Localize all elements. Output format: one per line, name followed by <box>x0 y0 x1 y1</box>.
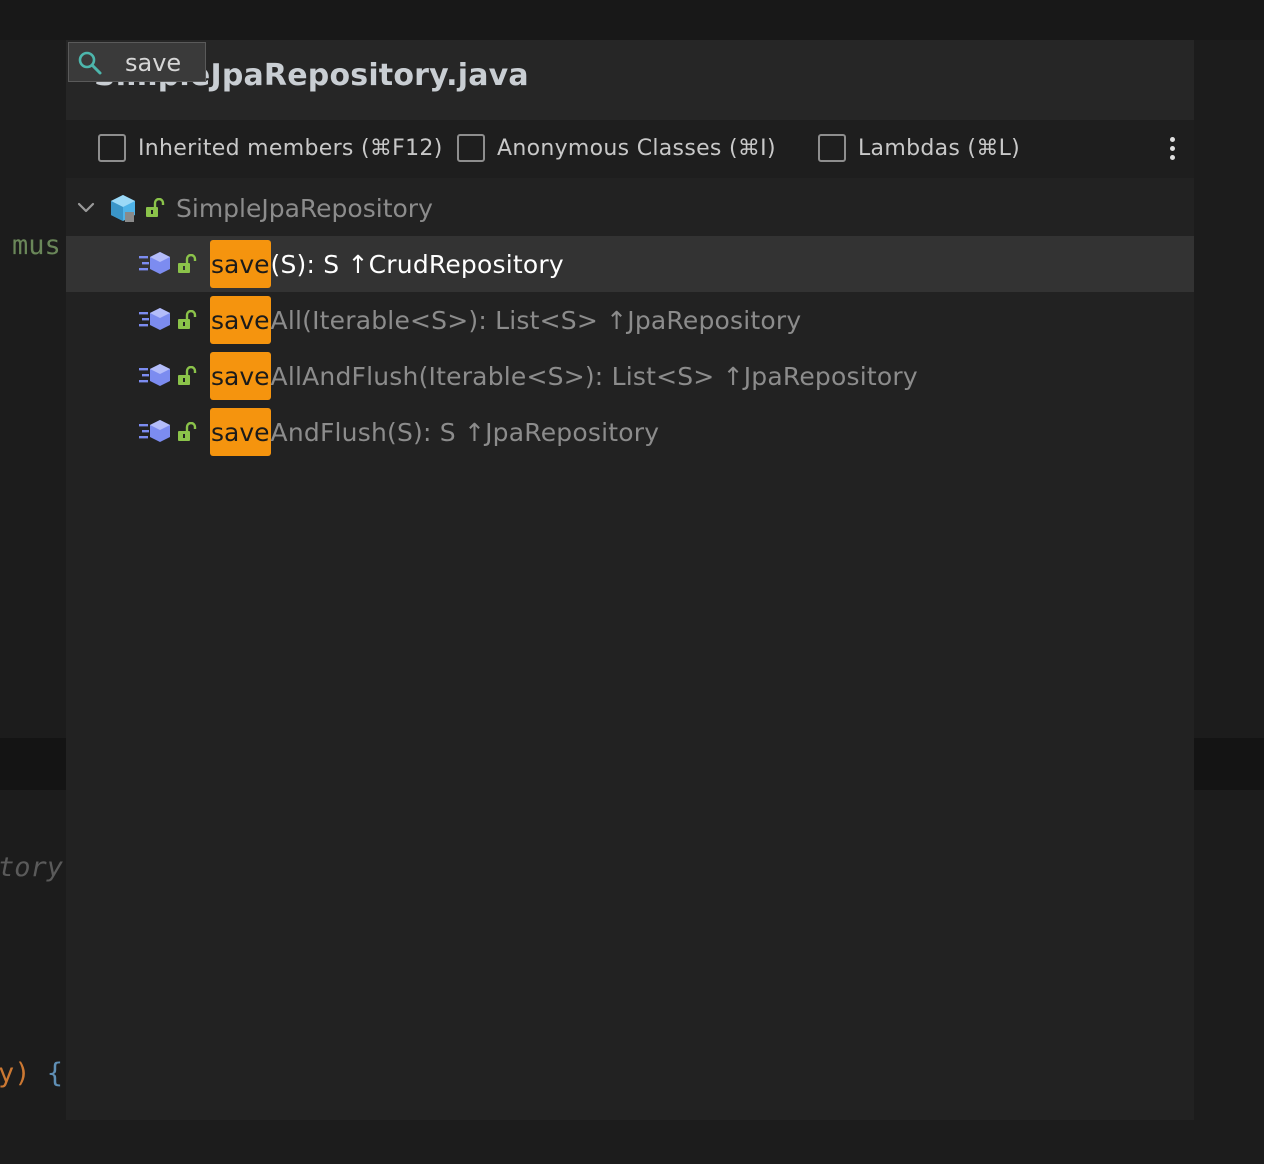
search-match-highlight: save <box>210 240 271 288</box>
member-signature: (S): S ↑CrudRepository <box>270 249 564 279</box>
public-lock-icon <box>178 254 197 273</box>
member-signature: All(Iterable<S>): List<S> ↑JpaRepository <box>270 305 802 335</box>
public-lock-icon <box>178 366 197 385</box>
public-lock-icon <box>178 310 197 329</box>
filter-inherited-members[interactable]: Inherited members (⌘F12) <box>98 134 443 162</box>
tree-item-row[interactable]: save (S): S ↑CrudRepository <box>66 236 1194 292</box>
tree-item-label: save AndFlush(S): S ↑JpaRepository <box>210 408 659 456</box>
filter-bar: Inherited members (⌘F12) Anonymous Class… <box>66 120 1194 178</box>
member-signature: AllAndFlush(Iterable<S>): List<S> ↑JpaRe… <box>270 361 918 391</box>
search-icon <box>78 51 102 75</box>
tree-item-row[interactable]: save All(Iterable<S>): List<S> ↑JpaRepos… <box>66 292 1194 348</box>
code-token: y) <box>0 1058 31 1089</box>
tree-root-row[interactable]: SimpleJpaRepository <box>66 180 1194 236</box>
filter-anonymous-classes[interactable]: Anonymous Classes (⌘I) <box>457 134 776 162</box>
search-match-highlight: save <box>210 352 271 400</box>
filter-label: Lambdas (⌘L) <box>858 135 1021 161</box>
search-match-highlight: save <box>210 296 271 344</box>
method-icon <box>139 420 170 442</box>
structure-tree: SimpleJpaRepository save (S): S ↑CrudRep… <box>66 180 1194 460</box>
background-code-fragment: tory <box>0 852 64 883</box>
tree-item-row[interactable]: save AndFlush(S): S ↑JpaRepository <box>66 404 1194 460</box>
public-lock-icon <box>178 422 197 441</box>
filter-label: Inherited members (⌘F12) <box>138 135 443 161</box>
tree-item-label: save All(Iterable<S>): List<S> ↑JpaRepos… <box>210 296 801 344</box>
file-structure-popup: SimpleJpaRepository.java save Inherited … <box>66 40 1194 1120</box>
public-lock-icon <box>146 198 165 217</box>
background-code-fragment: y) { <box>0 1058 63 1089</box>
anonymous-classes-checkbox[interactable] <box>457 134 485 162</box>
method-icon <box>139 308 170 330</box>
speed-search-query[interactable]: save <box>125 49 181 77</box>
class-icon <box>111 195 135 222</box>
member-signature: AndFlush(S): S ↑JpaRepository <box>270 417 660 447</box>
inherited-members-checkbox[interactable] <box>98 134 126 162</box>
tree-item-label: save AllAndFlush(Iterable<S>): List<S> ↑… <box>210 352 918 400</box>
background-code-fragment: mus <box>12 230 61 261</box>
filter-lambdas[interactable]: Lambdas (⌘L) <box>818 134 1020 162</box>
speed-search-field[interactable]: save <box>68 42 206 82</box>
tree-item-label: save (S): S ↑CrudRepository <box>210 240 564 288</box>
chevron-down-icon[interactable] <box>76 198 96 218</box>
method-icon <box>139 364 170 386</box>
tree-item-row[interactable]: save AllAndFlush(Iterable<S>): List<S> ↑… <box>66 348 1194 404</box>
popup-header: SimpleJpaRepository.java <box>66 40 1194 120</box>
tree-root-label: SimpleJpaRepository <box>176 194 433 223</box>
method-icon <box>139 252 170 274</box>
code-token: { <box>30 1058 64 1089</box>
lambdas-checkbox[interactable] <box>818 134 846 162</box>
more-vertical-icon[interactable] <box>1162 134 1182 164</box>
filter-label: Anonymous Classes (⌘I) <box>497 135 776 161</box>
editor-top-bar <box>0 0 1264 40</box>
search-match-highlight: save <box>210 408 271 456</box>
